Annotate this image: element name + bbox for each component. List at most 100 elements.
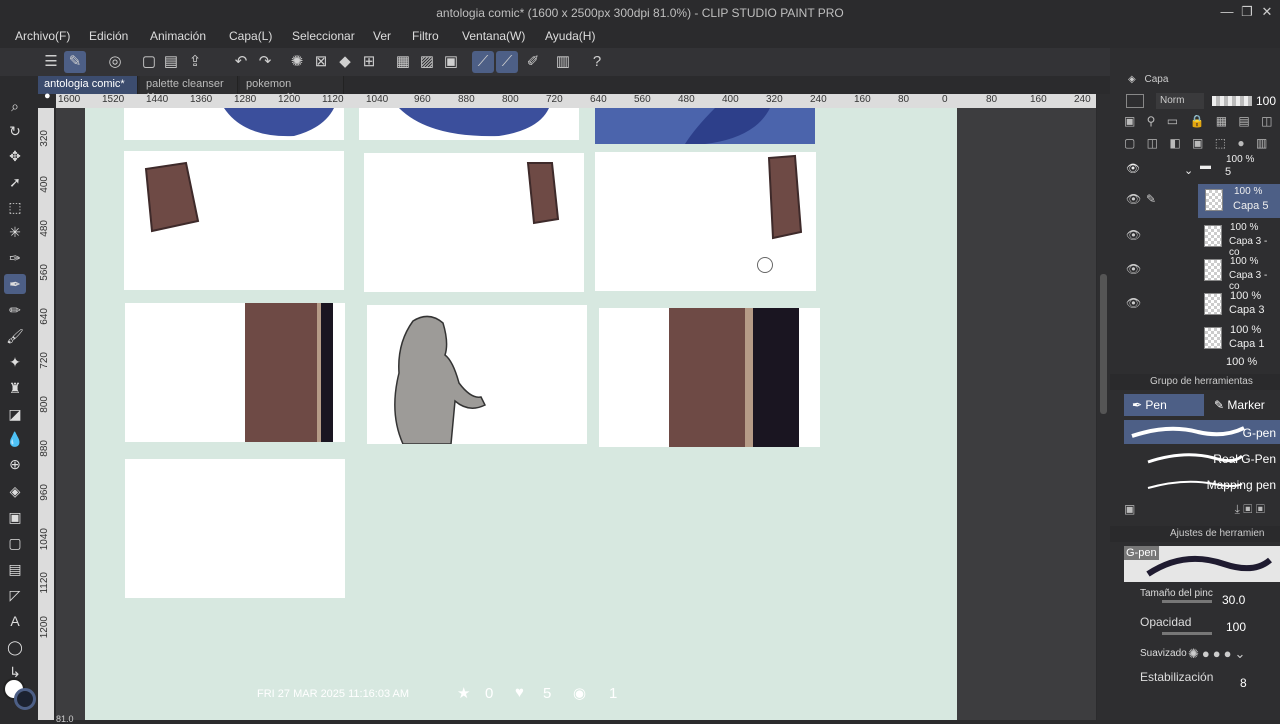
canvas-area[interactable]: FRI 27 MAR 2025 11:16:03 AM ★ 0 ♥ 5 ◉ 1 … xyxy=(56,108,1096,724)
menu-ayuda[interactable]: Ayuda(H) xyxy=(545,29,595,43)
deselect-icon[interactable]: ▦ xyxy=(392,51,414,73)
device-icon[interactable]: ▥ xyxy=(552,51,574,73)
vertical-scrollbar[interactable] xyxy=(1097,94,1110,720)
minimize-icon[interactable]: — xyxy=(1218,4,1236,22)
decoration-icon[interactable]: ✦ xyxy=(4,352,26,372)
menu-archivo[interactable]: Archivo(F) xyxy=(15,29,70,43)
eye-icon[interactable]: 👁 xyxy=(1126,162,1140,175)
layer-tools-row[interactable]: ▣ ⚲ ▭ 🔒 ▦ ▤ ◫ xyxy=(1124,114,1280,130)
menu-ver[interactable]: Ver xyxy=(373,29,391,43)
snap-special-ruler-icon[interactable]: ⟋ xyxy=(496,51,518,73)
menu-hamburger-icon[interactable]: ☰ xyxy=(40,51,62,73)
layer-row[interactable]: 100 % Capa 3 xyxy=(1198,288,1280,322)
export-icon[interactable]: ⇪ xyxy=(184,51,206,73)
fill-bucket-icon[interactable]: ◈ xyxy=(4,481,26,501)
scroll-thumb[interactable] xyxy=(1100,274,1107,414)
sub-color-swatch[interactable] xyxy=(14,688,36,710)
grid-icon[interactable]: ⊕ xyxy=(4,454,26,474)
layer-opacity[interactable]: 100 xyxy=(1256,94,1276,108)
tab-pokemon[interactable]: pokemon ✕ xyxy=(240,76,344,103)
blend-icon[interactable]: 💧 xyxy=(4,429,26,449)
chevron-down-icon[interactable]: ⌄ xyxy=(1184,164,1193,177)
new-file-icon[interactable]: ▢ xyxy=(138,51,160,73)
layer-actions-row[interactable]: ▢ ◫ ◧ ▣ ⬚ ● ▥ xyxy=(1124,136,1280,152)
tab-antologia-comic[interactable]: antologia comic* ● xyxy=(38,76,138,102)
menu-filtro[interactable]: Filtro xyxy=(412,29,439,43)
brush-icon[interactable]: 🖌 xyxy=(4,326,26,346)
blend-mode-select[interactable]: Norm xyxy=(1156,93,1204,109)
close-icon[interactable]: ✕ xyxy=(1258,4,1276,22)
smoothing-options[interactable]: ✺●●●⌄ xyxy=(1188,646,1278,661)
selection-icon[interactable]: ⬚ xyxy=(4,197,26,217)
pen-icon[interactable]: ✒ xyxy=(4,274,26,294)
select-layer-icon[interactable]: ▣ xyxy=(440,51,462,73)
opacity-value[interactable]: 100 xyxy=(1226,620,1246,634)
layer-row[interactable]: 100 % Capa 1 xyxy=(1198,322,1280,356)
frame-icon[interactable]: ▤ xyxy=(4,559,26,579)
stabilization-value[interactable]: 8 xyxy=(1240,676,1247,690)
eye-icon[interactable]: 👁 xyxy=(1126,228,1141,242)
layer-color-icon[interactable] xyxy=(1126,94,1144,108)
menu-ventana[interactable]: Ventana(W) xyxy=(462,29,525,43)
undo-icon[interactable]: ↶ xyxy=(230,51,252,73)
tab-palette-cleanser[interactable]: palette cleanser ✕ xyxy=(140,76,238,103)
tool-group-footer[interactable]: ▣ ⤓ ▣ ▣ xyxy=(1124,502,1280,518)
rotate-icon[interactable]: ↻ xyxy=(4,121,26,141)
crop-icon[interactable]: ▨ xyxy=(416,51,438,73)
ruler-label: 240 xyxy=(810,94,827,105)
airbrush-icon[interactable]: ♜ xyxy=(4,378,26,398)
spiral-icon[interactable]: ◎ xyxy=(104,51,126,73)
snap-ruler-icon[interactable]: ⟋ xyxy=(472,51,494,73)
opacity-slider[interactable] xyxy=(1212,96,1252,106)
layer-name: 5 xyxy=(1225,166,1232,178)
brush-g-pen[interactable]: G-pen xyxy=(1124,420,1280,444)
text-icon[interactable]: A xyxy=(4,611,26,631)
figure-icon[interactable]: ▢ xyxy=(4,533,26,553)
pencil-icon[interactable]: ✏ xyxy=(4,300,26,320)
help-icon[interactable]: ? xyxy=(586,51,608,73)
tab-pen[interactable]: ✒ Pen xyxy=(1124,394,1204,416)
eye-icon[interactable]: 👁 xyxy=(1126,296,1141,310)
loading-icon[interactable]: ✺ xyxy=(286,51,308,73)
menu-capa[interactable]: Capa(L) xyxy=(229,29,272,43)
clear-icon[interactable]: ⊠ xyxy=(310,51,332,73)
zoom-level[interactable]: 81.0 xyxy=(56,714,96,724)
eyedropper-icon[interactable]: ✑ xyxy=(4,248,26,268)
layer-row[interactable]: 👁 ⌄ ▬ 100 % 5 xyxy=(1110,154,1280,188)
opacity-slider[interactable] xyxy=(1162,632,1212,635)
layer-row-selected[interactable]: 100 % Capa 5 xyxy=(1198,184,1280,218)
tab-marker[interactable]: ✎ Marker xyxy=(1208,394,1280,416)
eye-icon[interactable]: 👁 xyxy=(1126,192,1141,206)
object-icon[interactable]: ➚ xyxy=(4,172,26,192)
edit-mode-icon[interactable]: ✎ xyxy=(64,51,86,73)
brush-real-g-pen[interactable]: Real G-Pen xyxy=(1124,446,1280,470)
size-value[interactable]: 30.0 xyxy=(1222,593,1245,607)
ruler-label: 560 xyxy=(39,264,50,281)
gradient-icon[interactable]: ▣ xyxy=(4,507,26,527)
layer-row[interactable]: 100 % Capa 3 - co xyxy=(1198,220,1280,258)
layer-row[interactable]: 100 % xyxy=(1198,356,1280,370)
layer-thumbnail xyxy=(1204,327,1222,349)
menu-seleccionar[interactable]: Seleccionar xyxy=(292,29,355,43)
maximize-icon[interactable]: ❐ xyxy=(1238,4,1256,22)
layer-opacity: 100 % xyxy=(1230,324,1262,336)
auto-select-icon[interactable]: ✳ xyxy=(4,222,26,242)
close-icon[interactable]: ● xyxy=(44,90,51,102)
comic-page[interactable]: FRI 27 MAR 2025 11:16:03 AM ★ 0 ♥ 5 ◉ 1 xyxy=(85,108,957,720)
fill-icon[interactable]: ◆ xyxy=(334,51,356,73)
balloon-icon[interactable]: ◯ xyxy=(4,637,26,657)
eye-icon[interactable]: 👁 xyxy=(1126,262,1141,276)
redo-icon[interactable]: ↷ xyxy=(254,51,276,73)
snap-grid-icon[interactable]: ✐ xyxy=(522,51,544,73)
zoom-icon[interactable]: ⌕ xyxy=(4,96,26,116)
open-folder-icon[interactable]: ▤ xyxy=(160,51,182,73)
transform-icon[interactable]: ⊞ xyxy=(358,51,380,73)
eraser-icon[interactable]: ◪ xyxy=(4,404,26,424)
menu-animacion[interactable]: Animación xyxy=(150,29,206,43)
move-icon[interactable]: ✥ xyxy=(4,146,26,166)
layer-row[interactable]: 100 % Capa 3 - co xyxy=(1198,254,1280,292)
ruler-icon[interactable]: ◸ xyxy=(4,585,26,605)
menu-edicion[interactable]: Edición xyxy=(89,29,128,43)
brush-mapping-pen[interactable]: Mapping pen xyxy=(1124,472,1280,496)
size-slider[interactable] xyxy=(1162,600,1212,603)
